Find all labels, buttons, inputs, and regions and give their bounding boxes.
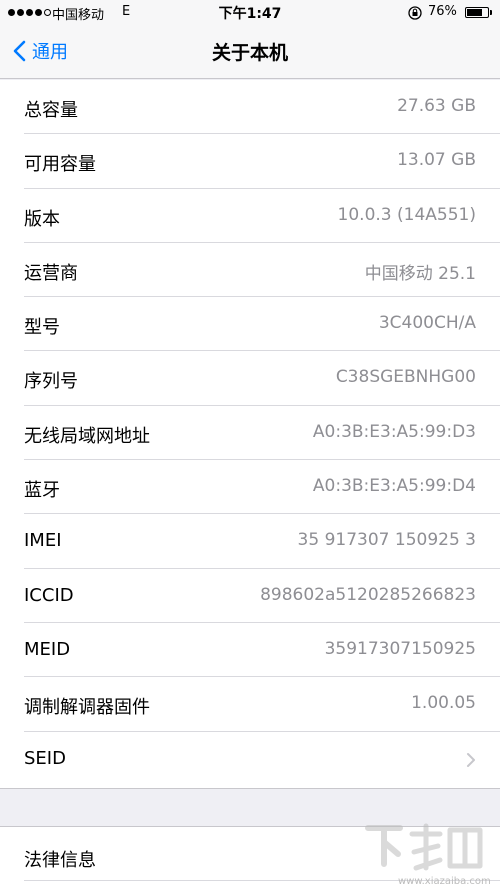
navigation-bar: 通用 关于本机 [0, 26, 500, 79]
row-available-capacity: 可用容量 13.07 GB [0, 134, 500, 189]
row-value: 1.00.05 [411, 693, 476, 714]
row-value: 10.0.3 (14A551) [337, 204, 476, 225]
row-label: 运营商 [24, 262, 78, 284]
row-label: 总容量 [24, 100, 78, 121]
page-title: 关于本机 [211, 42, 288, 64]
about-info-list: 总容量 27.63 GB 可用容量 13.07 GB 版本 10.0.3 (14… [0, 80, 500, 789]
row-version[interactable]: 版本 10.0.3 (14A551) [0, 189, 500, 244]
row-label: 无线局域网地址 [24, 425, 150, 447]
row-value: A0:3B:E3:A5:99:D3 [312, 421, 476, 442]
row-value: 35 917307 150925 3 [297, 530, 476, 551]
row-value: 中国移动 25.1 [364, 263, 476, 284]
battery-fill [467, 9, 482, 16]
row-bluetooth: 蓝牙 A0:3B:E3:A5:99:D4 [0, 460, 500, 515]
row-label: MEID [24, 638, 71, 660]
row-label: 调制解调器固件 [24, 697, 150, 719]
row-modem-firmware: 调制解调器固件 1.00.05 [0, 677, 500, 732]
row-label: 型号 [24, 317, 60, 339]
row-label: SEID [24, 747, 66, 769]
row-meid: MEID 35917307150925 [0, 623, 500, 678]
row-total-capacity: 总容量 27.63 GB [0, 80, 500, 135]
row-imei: IMEI 35 917307 150925 3 [0, 514, 500, 569]
row-value: 3C400CH/A [378, 313, 476, 334]
row-label: ICCID [24, 584, 74, 606]
row-label: 版本 [24, 208, 60, 230]
chevron-right-icon [467, 752, 475, 767]
status-time: 下午1:47 [218, 6, 282, 22]
rotation-lock-icon [408, 6, 422, 20]
row-value: 13.07 GB [397, 150, 476, 171]
status-bar: 中国移动 E 下午1:47 76% [0, 0, 500, 26]
watermark-url: www.xiazaiba.com [398, 876, 491, 887]
row-value: 898602a5120285266823 [260, 584, 476, 605]
row-label: 序列号 [24, 371, 78, 393]
row-value: 35917307150925 [324, 638, 476, 659]
row-wifi-address: 无线局域网地址 A0:3B:E3:A5:99:D3 [0, 406, 500, 461]
row-iccid: ICCID 898602a5120285266823 [0, 569, 500, 624]
row-value: A0:3B:E3:A5:99:D4 [312, 476, 476, 497]
battery-percent: 76% [428, 4, 457, 19]
row-label: IMEI [24, 530, 62, 552]
row-value: 27.63 GB [397, 96, 476, 116]
row-model[interactable]: 型号 3C400CH/A [0, 297, 500, 352]
row-label: 蓝牙 [24, 480, 60, 502]
site-watermark-logo [365, 823, 483, 871]
row-label: 法律信息 [24, 850, 96, 871]
row-serial-number: 序列号 C38SGEBNHG00 [0, 351, 500, 407]
battery-icon [465, 7, 489, 18]
battery-tip [490, 10, 492, 15]
row-label: 可用容量 [24, 154, 96, 176]
row-value: C38SGEBNHG00 [335, 367, 476, 388]
row-seid[interactable]: SEID [0, 732, 500, 786]
row-carrier[interactable]: 运营商 中国移动 25.1 [0, 243, 500, 298]
